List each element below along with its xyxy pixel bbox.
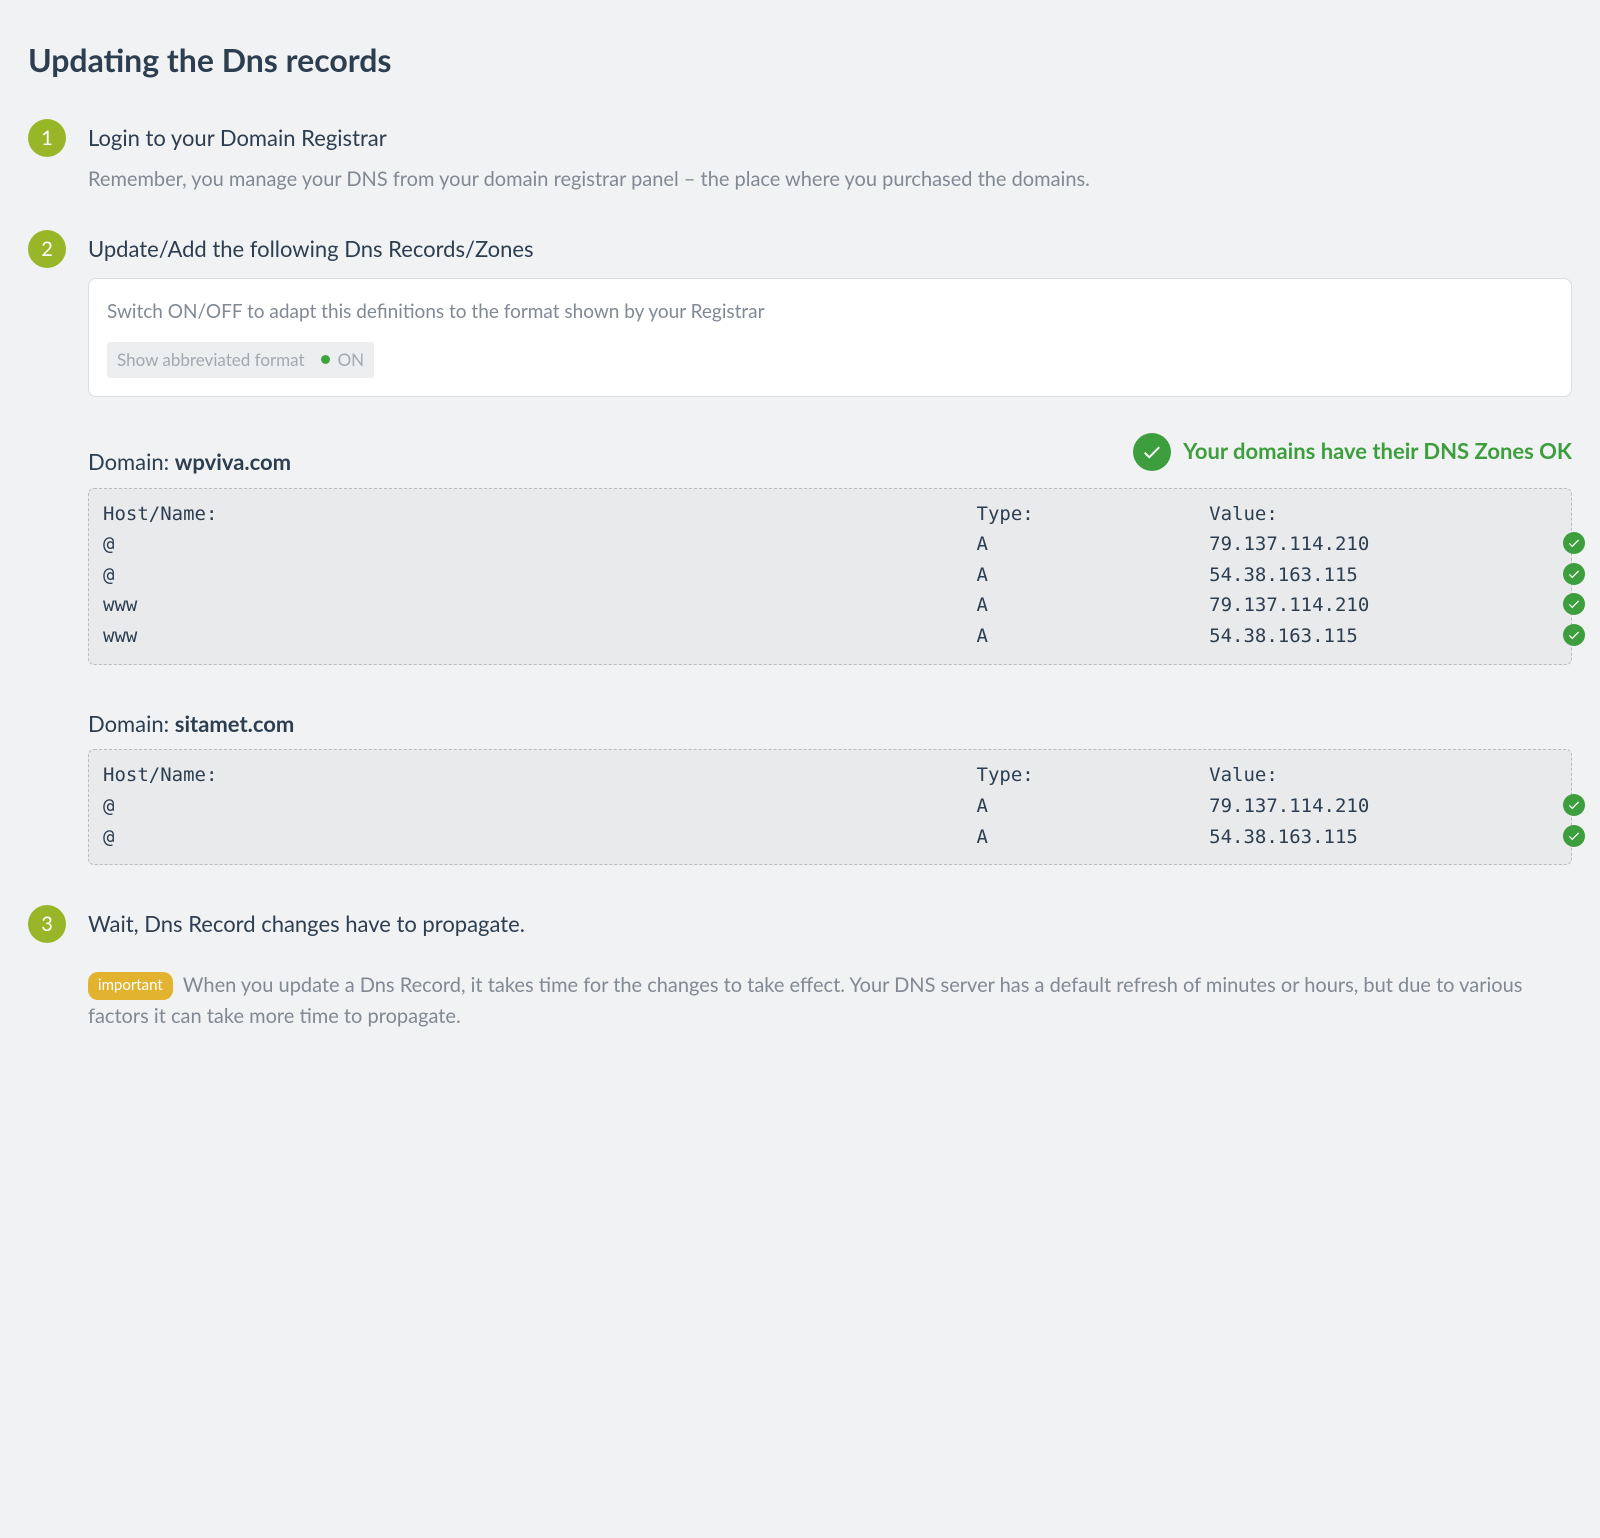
cell-host: www [103,592,977,619]
table-row: wwwA79.137.114.210 [103,590,1557,621]
important-badge: important [88,972,173,1000]
cell-ok [1529,793,1557,820]
col-host: Host/Name: [103,501,977,528]
check-icon [1563,532,1585,554]
cell-host: @ [103,531,977,558]
check-icon [1133,433,1171,471]
step-1-title: Login to your Domain Registrar [88,123,1572,154]
format-panel: Switch ON/OFF to adapt this definitions … [88,278,1572,396]
cell-type: A [977,531,1210,558]
cell-ok [1529,531,1557,558]
domain-label: Domain: sitamet.com [88,709,1572,740]
table-row: @A79.137.114.210 [103,791,1557,822]
step-badge-3: 3 [28,905,66,943]
cell-type: A [977,623,1210,650]
col-value: Value: [1209,762,1529,789]
table-row: wwwA54.38.163.115 [103,621,1557,652]
domain-name: sitamet.com [175,710,295,737]
cell-host: @ [103,824,977,851]
check-icon [1563,563,1585,585]
cell-ok [1529,562,1557,589]
domain-name: wpviva.com [175,448,291,475]
cell-value: 79.137.114.210 [1209,592,1529,619]
step-badge-2: 2 [28,230,66,268]
table-row: @A54.38.163.115 [103,822,1557,853]
check-icon [1563,794,1585,816]
cell-type: A [977,562,1210,589]
format-panel-desc: Switch ON/OFF to adapt this definitions … [107,299,1553,326]
cell-ok [1529,592,1557,619]
cell-value: 54.38.163.115 [1209,562,1529,589]
step-1-body: Remember, you manage your DNS from your … [88,164,1572,194]
cell-value: 79.137.114.210 [1209,793,1529,820]
dns-records-box: Host/Name:Type:Value:@A79.137.114.210@A5… [88,488,1572,665]
cell-value: 79.137.114.210 [1209,531,1529,558]
domain-prefix: Domain: [88,448,175,475]
col-type: Type: [977,501,1210,528]
dns-status-text: Your domains have their DNS Zones OK [1183,436,1572,467]
page-title: Updating the Dns records [28,38,1572,83]
cell-type: A [977,824,1210,851]
col-type: Type: [977,762,1210,789]
col-host: Host/Name: [103,762,977,789]
step-1: 1 Login to your Domain Registrar Remembe… [28,123,1572,194]
cell-host: www [103,623,977,650]
step-3-body: When you update a Dns Record, it takes t… [88,973,1522,1028]
toggle-dot-icon [321,355,330,364]
cell-host: @ [103,562,977,589]
step-3-title: Wait, Dns Record changes have to propaga… [88,909,1572,940]
cell-ok [1529,623,1557,650]
domain-prefix: Domain: [88,710,175,737]
table-row: @A79.137.114.210 [103,529,1557,560]
cell-host: @ [103,793,977,820]
check-icon [1563,624,1585,646]
cell-value: 54.38.163.115 [1209,623,1529,650]
format-toggle-state: ON [338,348,365,372]
col-value: Value: [1209,501,1529,528]
table-row: @A54.38.163.115 [103,560,1557,591]
format-toggle[interactable]: Show abbreviated format ON [107,342,374,378]
format-toggle-label: Show abbreviated format [117,348,305,372]
check-icon [1563,593,1585,615]
step-3-body-wrap: importantWhen you update a Dns Record, i… [88,970,1572,1032]
step-3: 3 Wait, Dns Record changes have to propa… [28,909,1572,1032]
cell-type: A [977,793,1210,820]
dns-records-box: Host/Name:Type:Value:@A79.137.114.210@A5… [88,749,1572,865]
cell-value: 54.38.163.115 [1209,824,1529,851]
check-icon [1563,825,1585,847]
cell-ok [1529,824,1557,851]
step-badge-1: 1 [28,119,66,157]
table-header: Host/Name:Type:Value: [103,499,1557,530]
table-header: Host/Name:Type:Value: [103,760,1557,791]
cell-type: A [977,592,1210,619]
step-2-title: Update/Add the following Dns Records/Zon… [88,234,1572,265]
step-2: 2 Update/Add the following Dns Records/Z… [28,234,1572,866]
